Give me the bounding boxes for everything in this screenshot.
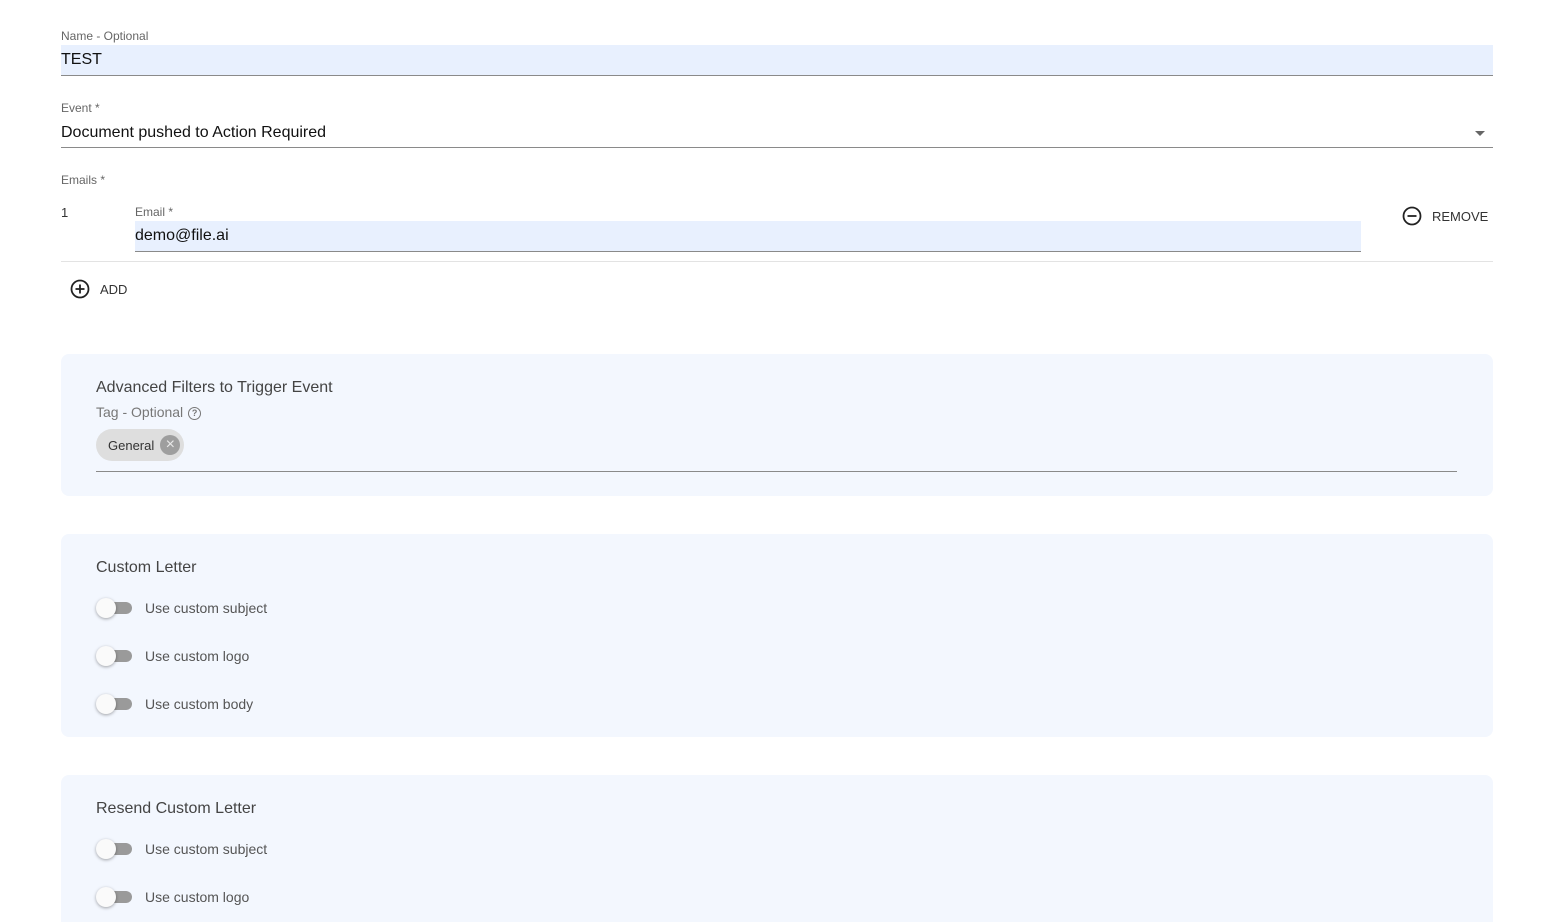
event-field-label: Event * [61,101,100,115]
emails-label: Emails * [61,173,106,187]
tag-input-underline [96,471,1457,472]
email-field-label: Email * [135,205,174,219]
resend-custom-letter-panel: Resend Custom Letter Use custom subject … [61,775,1493,922]
advanced-filters-title: Advanced Filters to Trigger Event [96,379,333,396]
custom-letter-panel: Custom Letter Use custom subject Use cus… [61,534,1493,737]
tag-field-label: Tag - Optional? [96,404,202,420]
remove-email-button[interactable]: REMOVE [1402,204,1488,228]
remove-label: REMOVE [1432,208,1489,224]
email-input[interactable] [135,221,1361,252]
custom-body-label: Use custom body [145,696,254,712]
add-email-button[interactable]: ADD [70,277,127,301]
advanced-filters-panel: Advanced Filters to Trigger Event Tag - … [61,354,1493,496]
email-list-divider [61,261,1493,262]
caret-down-icon [1475,131,1485,136]
resend-custom-subject-row: Use custom subject [96,838,267,860]
custom-subject-toggle[interactable] [96,597,132,619]
minus-circle-icon [1402,206,1422,226]
resend-custom-logo-label: Use custom logo [145,889,250,905]
custom-letter-title: Custom Letter [96,559,197,576]
resend-custom-subject-label: Use custom subject [145,841,268,857]
resend-custom-logo-toggle[interactable] [96,886,132,908]
custom-body-row: Use custom body [96,693,253,715]
plus-circle-icon [70,279,90,299]
event-select-value: Document pushed to Action Required [61,124,327,141]
close-circle-icon[interactable]: × [160,435,181,455]
help-circle-icon[interactable]: ? [188,407,202,420]
custom-logo-row: Use custom logo [96,645,249,667]
name-field-label: Name - Optional [61,29,149,43]
email-index: 1 [61,205,69,220]
name-input[interactable] [61,45,1493,76]
custom-subject-label: Use custom subject [145,600,268,616]
tag-chip-label: General [108,437,155,453]
custom-logo-toggle[interactable] [96,645,132,667]
custom-subject-row: Use custom subject [96,597,267,619]
add-label: ADD [100,281,128,297]
resend-custom-letter-title: Resend Custom Letter [96,800,257,817]
custom-logo-label: Use custom logo [145,648,250,664]
tag-chip[interactable]: General × [96,429,185,461]
custom-body-toggle[interactable] [96,693,132,715]
tag-label-text: Tag - Optional [96,404,184,420]
event-select[interactable]: Document pushed to Action Required [61,118,1493,148]
resend-custom-logo-row: Use custom logo [96,886,249,908]
resend-custom-subject-toggle[interactable] [96,838,132,860]
